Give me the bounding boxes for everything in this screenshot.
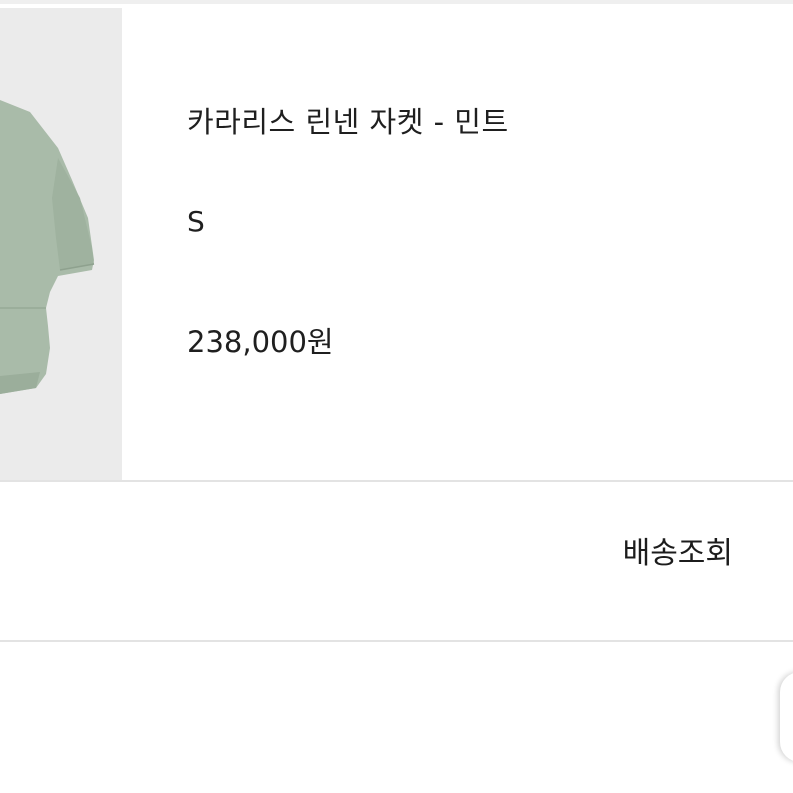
order-action-row: 배송조회 [0,482,793,640]
product-price: 238,000원 [187,325,334,359]
product-name[interactable]: 카라리스 린넨 자켓 - 민트 [187,104,509,140]
order-item-card[interactable]: 카라리스 린넨 자켓 - 민트 S 238,000원 [0,4,793,482]
empty-content-area [0,642,793,793]
jacket-image-icon [0,8,122,482]
product-size-option: S [187,205,205,238]
product-thumbnail[interactable] [0,8,122,482]
floating-button-edge[interactable] [780,672,793,762]
track-delivery-button[interactable]: 배송조회 [623,534,733,574]
order-detail-page: 카라리스 린넨 자켓 - 민트 S 238,000원 배송조회 [0,0,793,793]
